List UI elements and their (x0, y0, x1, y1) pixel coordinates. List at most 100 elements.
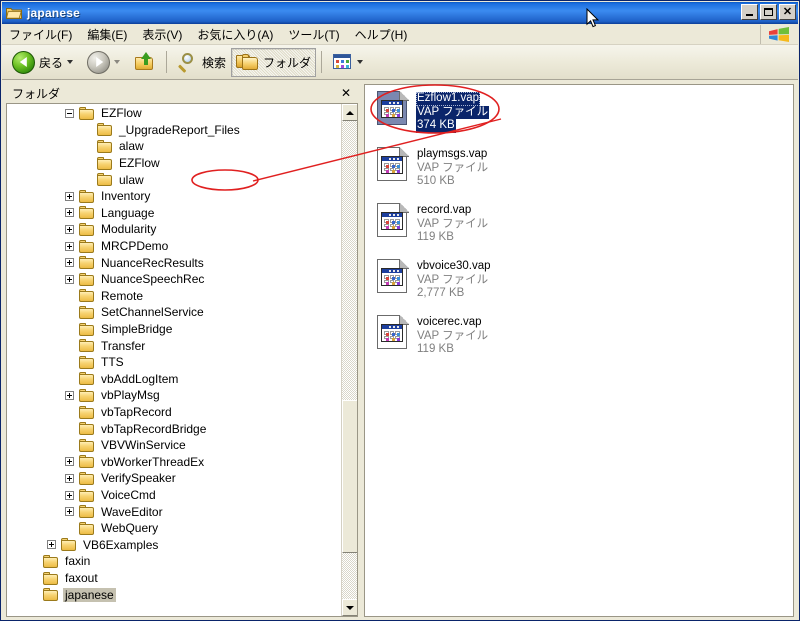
file-list-item[interactable]: vbvoice30.vap VAP ファイル 2,777 KB (377, 259, 492, 301)
search-icon (177, 52, 198, 73)
back-dropdown-arrow-icon[interactable] (67, 60, 74, 64)
close-button[interactable]: ✕ (779, 4, 796, 20)
folder-icon (79, 471, 95, 485)
back-arrow-icon (12, 50, 35, 74)
tree-item-faxin[interactable]: faxin (7, 553, 340, 570)
forward-button[interactable] (82, 48, 129, 77)
folder-icon (97, 156, 113, 170)
file-list-item[interactable]: playmsgs.vap VAP ファイル 510 KB (377, 147, 489, 189)
collapse-minus-icon[interactable] (65, 108, 74, 118)
expand-plus-icon[interactable] (65, 274, 74, 284)
expand-plus-icon[interactable] (65, 507, 74, 517)
icon-grid-cell (395, 167, 401, 173)
tree-item-verifyspeaker[interactable]: VerifySpeaker (7, 470, 340, 487)
tree-item-tts[interactable]: TTS (7, 354, 340, 371)
minimize-button[interactable] (741, 4, 758, 20)
tree-item-nuancespeechrec[interactable]: NuanceSpeechRec (7, 271, 340, 288)
expand-plus-icon[interactable] (65, 258, 74, 268)
tree-item-setchannelservice[interactable]: SetChannelService (7, 304, 340, 321)
tree-item-ezflow[interactable]: EZFlow (7, 155, 340, 172)
icon-grid-cell (395, 107, 401, 112)
tree-item-voicecmd[interactable]: VoiceCmd (7, 487, 340, 504)
tree-item-mrcpdemo[interactable]: MRCPDemo (7, 238, 340, 255)
tree-item-label: WebQuery (101, 521, 159, 536)
expand-plus-icon[interactable] (65, 473, 74, 483)
tree-item-vbworkerthreadex[interactable]: vbWorkerThreadEx (7, 454, 340, 471)
tree-item-vbplaymsg[interactable]: vbPlayMsg (7, 387, 340, 404)
expand-plus-icon[interactable] (65, 191, 74, 201)
tree-item-ulaw[interactable]: ulaw (7, 171, 340, 188)
tree-item-label: Language (101, 205, 155, 220)
folders-button[interactable]: フォルダ (231, 47, 317, 77)
icon-grid-cell (395, 275, 401, 280)
expand-plus-icon[interactable] (65, 457, 74, 467)
folders-pane-close-icon[interactable]: ✕ (339, 86, 353, 100)
tree-item-vbvwinservice[interactable]: VBVWinService (7, 437, 340, 454)
icon-grid-cell (389, 167, 395, 173)
views-dropdown-arrow-icon[interactable] (357, 60, 364, 64)
tree-item-vbtaprecord[interactable]: vbTapRecord (7, 404, 340, 421)
scrollbar-thumb[interactable] (342, 400, 357, 553)
menu-edit[interactable]: 編集(E) (80, 24, 134, 45)
menu-view[interactable]: 表示(V) (135, 24, 189, 45)
tree-item-nuancerecresults[interactable]: NuanceRecResults (7, 254, 340, 271)
forward-dropdown-arrow-icon[interactable] (114, 60, 121, 64)
tree-item-ezflow[interactable]: EZFlow (7, 105, 340, 122)
expand-plus-icon[interactable] (47, 540, 56, 550)
expand-plus-icon[interactable] (65, 208, 74, 218)
tree-item-alaw[interactable]: alaw (7, 138, 340, 155)
tree-item-simplebridge[interactable]: SimpleBridge (7, 321, 340, 338)
icon-grid-cell (395, 223, 401, 229)
expand-plus-icon[interactable] (65, 224, 74, 234)
windows-flag-icon[interactable] (760, 25, 796, 44)
tree-item-modularity[interactable]: Modularity (7, 221, 340, 238)
tree-item-japanese[interactable]: japanese (7, 586, 340, 603)
folder-icon (79, 272, 95, 286)
icon-grid-cell (384, 219, 389, 224)
folder-tree[interactable]: EZFlow _UpgradeReport_Files alaw EZFlow ulaw… (6, 103, 358, 617)
file-list-item[interactable]: record.vap VAP ファイル 119 KB (377, 203, 489, 245)
file-size: 510 KB (417, 175, 455, 187)
maximize-button[interactable] (760, 4, 777, 20)
chevron-down-icon (346, 605, 354, 610)
tree-item-vbaddlogitem[interactable]: vbAddLogItem (7, 371, 340, 388)
tree-item-remote[interactable]: Remote (7, 288, 340, 305)
menu-file[interactable]: ファイル(F) (2, 24, 79, 45)
tree-item-label: VoiceCmd (101, 488, 156, 503)
up-button[interactable] (129, 48, 161, 77)
tree-item-webquery[interactable]: WebQuery (7, 520, 340, 537)
glyph-titlebar (382, 325, 402, 329)
tree-item-faxout[interactable]: faxout (7, 570, 340, 587)
scroll-up-button[interactable] (342, 104, 357, 121)
folder-icon (79, 239, 95, 253)
tree-item-transfer[interactable]: Transfer (7, 337, 340, 354)
folder-icon (43, 588, 59, 602)
file-list-item[interactable]: voicerec.vap VAP ファイル 119 KB (377, 315, 489, 357)
menu-help[interactable]: ヘルプ(H) (348, 24, 415, 45)
back-button[interactable]: 戻る (7, 48, 82, 77)
search-button[interactable]: 検索 (172, 48, 231, 77)
tree-item-vb6examples[interactable]: VB6Examples (7, 537, 340, 554)
title-bar[interactable]: japanese ✕ (2, 2, 798, 24)
folder-icon (79, 388, 95, 402)
folder-tree-scrollbar[interactable] (341, 104, 357, 616)
expand-plus-icon[interactable] (65, 390, 74, 400)
tree-item-waveeditor[interactable]: WaveEditor (7, 503, 340, 520)
file-list[interactable]: Ezflow1.vap VAP ファイル 374 KB playmsgs.vap VAP… (364, 84, 794, 617)
expand-plus-icon[interactable] (65, 241, 74, 251)
icon-grid-cell (384, 331, 389, 336)
tree-item-label: TTS (101, 355, 124, 370)
tree-item-label: WaveEditor (101, 504, 163, 519)
file-name: vbvoice30.vap (417, 260, 491, 272)
views-button[interactable] (327, 48, 372, 77)
tree-item-inventory[interactable]: Inventory (7, 188, 340, 205)
file-item-text: playmsgs.vap VAP ファイル 510 KB (416, 147, 489, 189)
tree-item--upgradereport-files[interactable]: _UpgradeReport_Files (7, 122, 340, 139)
scroll-down-button[interactable] (342, 599, 357, 616)
menu-tools[interactable]: ツール(T) (281, 24, 346, 45)
expand-plus-icon[interactable] (65, 490, 74, 500)
file-list-item[interactable]: Ezflow1.vap VAP ファイル 374 KB (377, 91, 490, 133)
tree-item-vbtaprecordbridge[interactable]: vbTapRecordBridge (7, 420, 340, 437)
tree-item-language[interactable]: Language (7, 205, 340, 222)
menu-favorites[interactable]: お気に入り(A) (190, 24, 280, 45)
